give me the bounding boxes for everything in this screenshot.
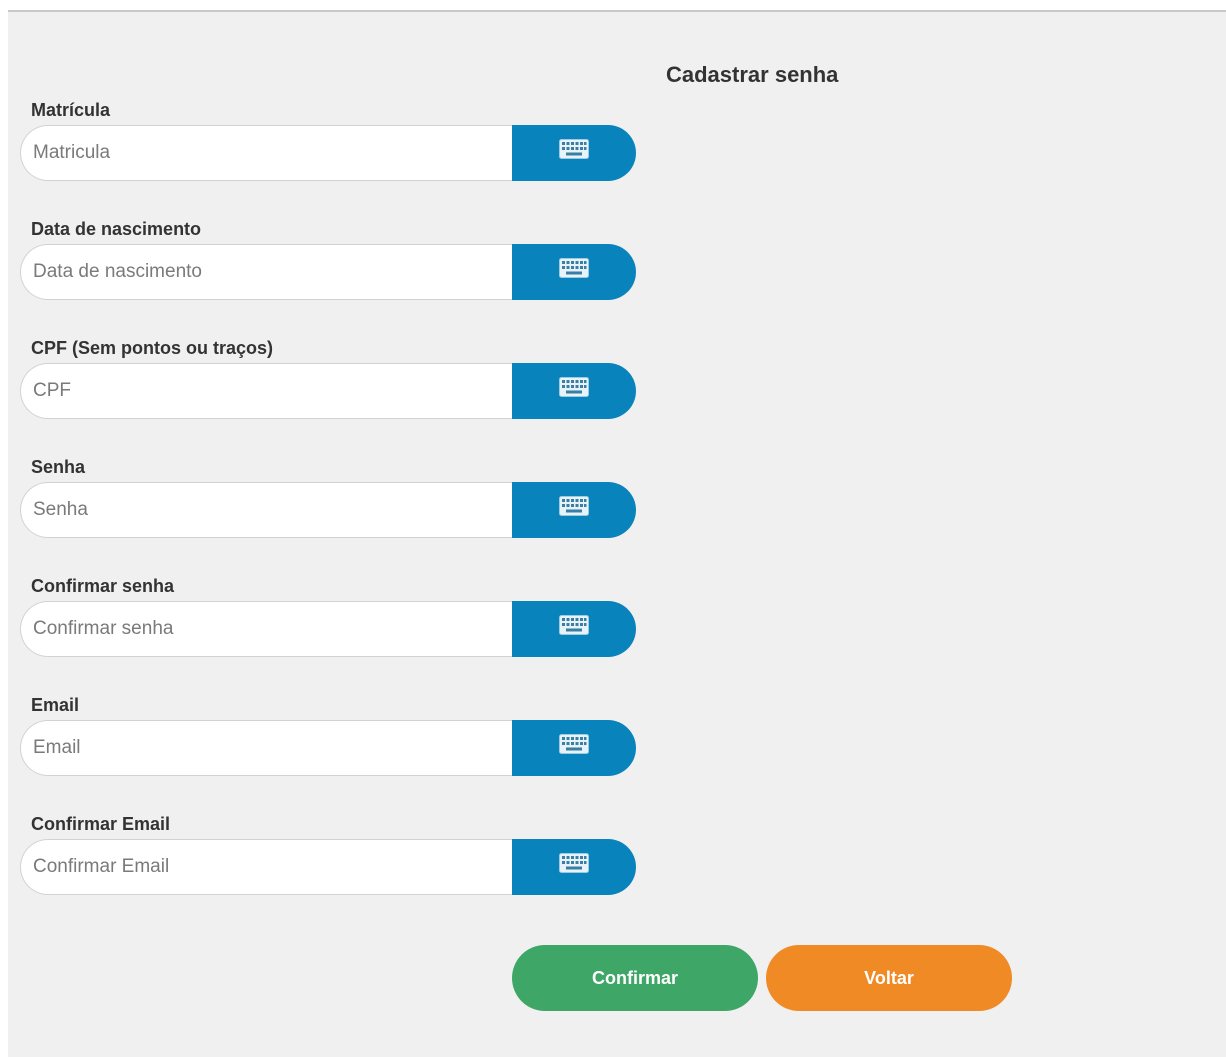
birthdate-input-group (20, 244, 636, 300)
confirm-password-input-group (20, 601, 636, 657)
confirm-password-keyboard-button[interactable] (512, 601, 636, 657)
birthdate-input[interactable] (20, 244, 512, 300)
keyboard-icon (559, 377, 589, 397)
email-keyboard-button[interactable] (512, 720, 636, 776)
keyboard-icon (559, 258, 589, 278)
password-field-group: Senha (20, 457, 636, 538)
confirm-email-keyboard-button[interactable] (512, 839, 636, 895)
cpf-label: CPF (Sem pontos ou traços) (31, 338, 274, 358)
confirm-email-field-group: Confirmar Email (20, 814, 636, 895)
matricula-field-group: Matrícula (20, 100, 636, 181)
confirm-email-input[interactable] (20, 839, 512, 895)
confirm-password-input[interactable] (20, 601, 512, 657)
keyboard-icon (559, 496, 589, 516)
cpf-field-group: CPF (Sem pontos ou traços) (20, 338, 636, 419)
matricula-label: Matrícula (31, 100, 111, 120)
email-label: Email (31, 695, 80, 715)
cpf-input[interactable] (20, 363, 512, 419)
back-button[interactable]: Voltar (766, 945, 1012, 1011)
confirm-password-label: Confirmar senha (31, 576, 175, 596)
keyboard-icon (559, 139, 589, 159)
password-label: Senha (31, 457, 86, 477)
keyboard-icon (559, 734, 589, 754)
birthdate-keyboard-button[interactable] (512, 244, 636, 300)
matricula-input-group (20, 125, 636, 181)
page-title: Cadastrar senha (666, 62, 839, 87)
email-input[interactable] (20, 720, 512, 776)
confirm-email-input-group (20, 839, 636, 895)
birthdate-label: Data de nascimento (31, 219, 202, 239)
matricula-input[interactable] (20, 125, 512, 181)
email-input-group (20, 720, 636, 776)
email-field-group: Email (20, 695, 636, 776)
password-keyboard-button[interactable] (512, 482, 636, 538)
confirm-email-label: Confirmar Email (31, 814, 171, 834)
cpf-input-group (20, 363, 636, 419)
password-registration-page: Cadastrar senha Matrícula Data de nascim… (8, 10, 1226, 1057)
password-input[interactable] (20, 482, 512, 538)
confirm-password-field-group: Confirmar senha (20, 576, 636, 657)
birthdate-field-group: Data de nascimento (20, 219, 636, 300)
confirm-button[interactable]: Confirmar (512, 945, 758, 1011)
keyboard-icon (559, 615, 589, 635)
password-input-group (20, 482, 636, 538)
cpf-keyboard-button[interactable] (512, 363, 636, 419)
matricula-keyboard-button[interactable] (512, 125, 636, 181)
keyboard-icon (559, 853, 589, 873)
